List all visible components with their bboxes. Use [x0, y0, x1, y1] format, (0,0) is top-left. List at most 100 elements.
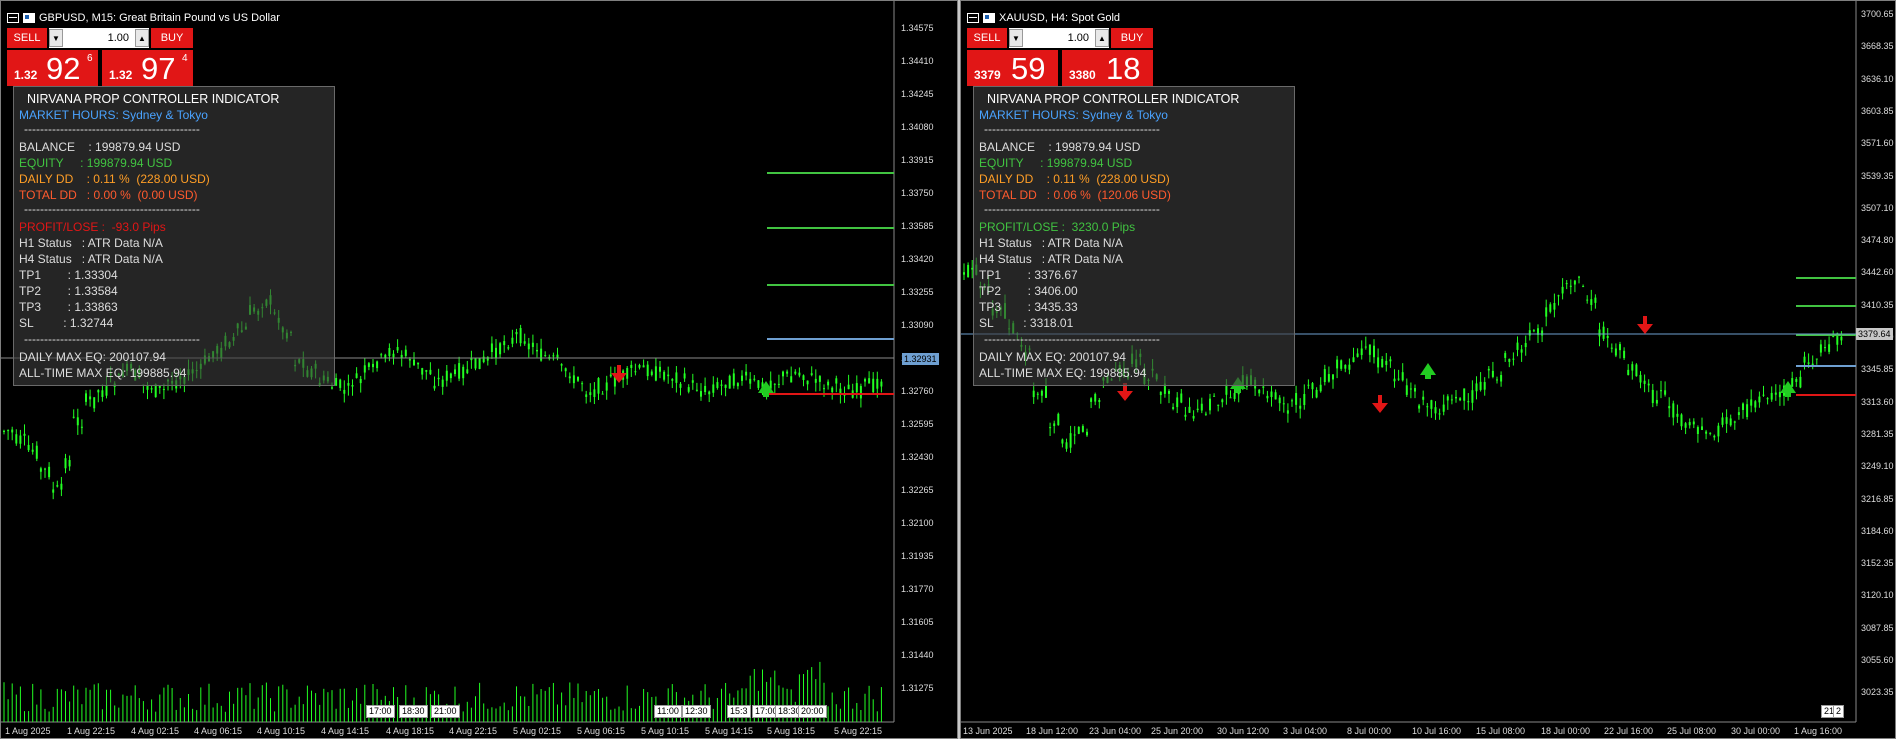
ask-price-box[interactable]: 3380 18 [1062, 50, 1153, 86]
candle-body [39, 468, 42, 472]
sell-button[interactable]: SELL [7, 28, 47, 48]
candle-body [1168, 391, 1170, 394]
candle-body [1053, 423, 1056, 427]
current-price-tag: 3379.64 [1856, 328, 1893, 340]
candle-body [1405, 385, 1408, 395]
candle-body [1594, 297, 1597, 303]
candle-body [1352, 357, 1355, 363]
candle-body [1344, 364, 1347, 369]
candle-body [1045, 385, 1047, 398]
candle-body [1463, 388, 1466, 401]
candle-body [1188, 406, 1191, 413]
candle-body [1717, 425, 1720, 437]
candle-body [1442, 404, 1445, 412]
candle-body [1438, 413, 1441, 415]
candle-body [1233, 393, 1236, 399]
candle-body [1229, 397, 1232, 399]
candle-body [1360, 348, 1363, 356]
candle-body [1184, 414, 1187, 417]
candle-body [60, 483, 63, 490]
session-time-box: 20:00 [798, 705, 827, 718]
price-tick-label: 1.32430 [901, 452, 934, 462]
candle-body [1377, 357, 1380, 368]
candle-body [1754, 401, 1757, 408]
separator: ----------------------------------------… [984, 332, 1160, 346]
candle-body [1766, 398, 1769, 400]
gbpusd-chart-window[interactable]: GBPUSD, M15: Great Britain Pound vs US D… [0, 0, 958, 739]
candle-body [89, 396, 92, 400]
time-tick-label: 1 Aug 2025 [5, 726, 51, 736]
price-tick-label: 1.31275 [901, 683, 934, 693]
candle-body [1422, 396, 1425, 400]
candle-body [1692, 421, 1695, 425]
candle-body [638, 364, 641, 368]
current-price-tag: 1.32931 [902, 353, 939, 365]
candle-body [1824, 347, 1826, 349]
candle-body [1750, 399, 1753, 406]
candle-body [1619, 344, 1621, 351]
volume-input[interactable]: 1.00 [63, 32, 135, 44]
candle-body [798, 372, 801, 376]
candle-body [777, 383, 780, 385]
time-tick-label: 30 Jun 12:00 [1217, 726, 1270, 736]
volume-dropdown-icon[interactable]: ▼ [1009, 29, 1023, 47]
candle-body [609, 374, 612, 377]
candle-body [568, 376, 571, 379]
bid-price-box[interactable]: 1.32 92 6 [7, 50, 98, 86]
session-time-box: 21:00 [431, 705, 460, 718]
price-tick-label: 3120.10 [1861, 590, 1894, 601]
sell-button[interactable]: SELL [967, 28, 1007, 48]
volume-input[interactable]: 1.00 [1023, 32, 1095, 44]
volume-field: ▼ 1.00 ▲ [1009, 28, 1109, 48]
candle-body [499, 343, 502, 355]
candle-body [1557, 295, 1560, 297]
tp1-line: TP1 : 3376.67 [979, 268, 1078, 282]
price-tick-label: 3442.60 [1861, 267, 1894, 278]
price-tick-label: 3636.10 [1861, 73, 1894, 84]
volume-up-icon[interactable]: ▲ [135, 29, 149, 47]
ask-price-box[interactable]: 1.32 97 4 [102, 50, 193, 86]
candle-body [597, 378, 600, 394]
buy-button[interactable]: BUY [1111, 28, 1153, 48]
candle-body [1057, 413, 1060, 426]
candle-body [654, 366, 657, 381]
candle-body [794, 371, 797, 374]
market-hours: MARKET HOURS: Sydney & Tokyo [979, 108, 1168, 122]
candle-body [1286, 410, 1289, 414]
candle-body [1086, 431, 1088, 436]
candle-body [741, 375, 743, 381]
candle-body [1623, 350, 1626, 359]
tp3-line: TP3 : 3435.33 [979, 300, 1078, 314]
volume-dropdown-icon[interactable]: ▼ [49, 29, 63, 47]
volume-up-icon[interactable]: ▲ [1095, 29, 1109, 47]
candle-body [1340, 360, 1343, 369]
candle-body [749, 378, 752, 384]
time-tick-label: 5 Aug 22:15 [834, 726, 883, 736]
candle-body [417, 362, 420, 365]
bid-price-box[interactable]: 3379 59 [967, 50, 1058, 86]
symbol-flag-icon [23, 13, 35, 23]
candle-body [1532, 330, 1535, 332]
candle-body [1434, 407, 1437, 414]
candle-body [64, 458, 67, 469]
candle-body [1770, 392, 1773, 400]
candle-body [659, 366, 661, 372]
candle-body [158, 385, 161, 388]
candle-body [1036, 393, 1039, 395]
candle-body [560, 364, 563, 366]
candle-body [1159, 391, 1162, 396]
ask-big-digits: 18 [1106, 51, 1141, 86]
buy-button[interactable]: BUY [151, 28, 193, 48]
candle-body [1282, 403, 1285, 405]
time-tick-label: 4 Aug 06:15 [194, 726, 243, 736]
candle-body [1610, 347, 1613, 349]
xauusd-chart-window[interactable]: XAUUSD, H4: Spot Gold SELL ▼ 1.00 ▲ BUY … [960, 0, 1896, 739]
candle-body [1602, 326, 1605, 339]
candle-body [1049, 427, 1052, 429]
candle-body [1520, 349, 1523, 353]
h1-status-line: H1 Status : ATR Data N/A [979, 236, 1123, 250]
candle-body [1508, 358, 1511, 362]
candle-body [1668, 406, 1671, 409]
candle-body [1065, 442, 1068, 449]
candle-body [15, 434, 18, 444]
